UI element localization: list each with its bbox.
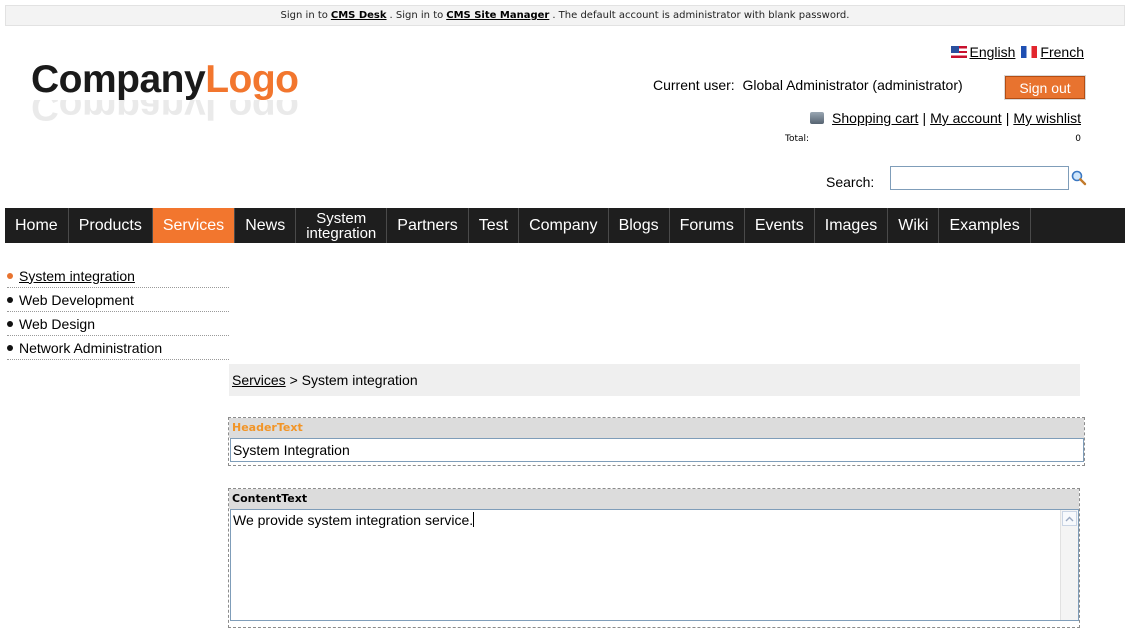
main-navigation: Home Products Services News System integ… <box>5 208 1125 243</box>
top-info-bar: Sign in to CMS Desk. Sign in to CMS Site… <box>5 5 1125 26</box>
topbar-prefix: Sign in to <box>280 10 328 21</box>
sign-out-button[interactable]: Sign out <box>1004 75 1086 100</box>
current-user-label: Current user: <box>653 77 735 93</box>
cart-links: Shopping cart | My account | My wishlist <box>810 110 1081 126</box>
logo-reflection-logo: Logo <box>205 100 299 128</box>
logo-reflection: CompanyLogo <box>31 100 299 128</box>
nav-services[interactable]: Services <box>152 208 236 243</box>
sub-navigation: System integration Web Development Web D… <box>7 264 229 360</box>
bullet-icon <box>7 272 13 279</box>
nav-test[interactable]: Test <box>469 208 520 243</box>
language-french[interactable]: French <box>1021 44 1084 60</box>
chevron-up-icon <box>1065 516 1074 521</box>
cms-desk-link[interactable]: CMS Desk <box>331 10 387 21</box>
nav-system-integration[interactable]: System integration <box>296 208 388 243</box>
logo-part-company: Company <box>31 58 206 101</box>
breadcrumb: Services > System integration <box>229 364 1080 396</box>
nav-partners[interactable]: Partners <box>387 208 469 243</box>
nav-examples[interactable]: Examples <box>939 208 1031 243</box>
cart-total-label: Total: <box>785 134 810 144</box>
subnav-system-integration-link[interactable]: System integration <box>19 268 135 284</box>
subnav-web-development[interactable]: Web Development <box>7 288 229 312</box>
current-user-name: Global Administrator (administrator) <box>742 77 963 93</box>
header-text-label: HeaderText <box>229 418 1084 438</box>
search-icon[interactable] <box>1071 170 1087 186</box>
nav-blogs[interactable]: Blogs <box>609 208 670 243</box>
content-scrollbar[interactable] <box>1060 510 1078 620</box>
breadcrumb-separator: > <box>289 372 298 388</box>
company-logo[interactable]: CompanyLogo <box>31 58 299 102</box>
breadcrumb-services-link[interactable]: Services <box>232 372 286 388</box>
shopping-cart-icon <box>810 112 825 124</box>
nav-events[interactable]: Events <box>745 208 815 243</box>
content-text-area[interactable]: We provide system integration service. <box>230 509 1079 621</box>
subnav-web-development-label: Web Development <box>19 291 134 308</box>
current-user: Current user: Global Administrator (admi… <box>653 77 963 93</box>
my-account-link[interactable]: My account <box>930 110 1002 126</box>
header-text-input[interactable]: System Integration <box>230 438 1084 462</box>
nav-system-integration-label: System integration <box>306 211 376 241</box>
shopping-cart-link[interactable]: Shopping cart <box>832 110 918 126</box>
logo-reflection-company: Company <box>31 100 206 128</box>
france-flag-icon <box>1021 46 1038 58</box>
my-wishlist-link[interactable]: My wishlist <box>1013 110 1081 126</box>
english-link[interactable]: English <box>970 44 1016 60</box>
subnav-system-integration[interactable]: System integration <box>7 264 229 288</box>
subnav-network-administration-label: Network Administration <box>19 339 163 356</box>
nav-images[interactable]: Images <box>815 208 889 243</box>
scroll-up-button[interactable] <box>1062 511 1077 526</box>
separator-1: | <box>922 110 927 126</box>
cms-site-manager-link[interactable]: CMS Site Manager <box>446 10 549 21</box>
language-english[interactable]: English <box>950 44 1016 60</box>
subnav-web-design[interactable]: Web Design <box>7 312 229 336</box>
subnav-network-administration[interactable]: Network Administration <box>7 336 229 360</box>
nav-forums[interactable]: Forums <box>670 208 745 243</box>
bullet-icon <box>7 320 13 327</box>
logo-part-logo: Logo <box>205 58 299 101</box>
nav-system-line2: integration <box>306 224 377 242</box>
nav-wiki[interactable]: Wiki <box>888 208 940 243</box>
text-caret <box>473 512 475 527</box>
nav-news[interactable]: News <box>235 208 297 243</box>
cart-total-value: 0 <box>1075 134 1081 144</box>
language-selector: English French <box>950 44 1084 60</box>
search-input[interactable] <box>890 166 1069 190</box>
content-text-editor: ContentText We provide system integratio… <box>228 488 1080 628</box>
topbar-mid: . Sign in to <box>389 10 444 21</box>
content-text-label: ContentText <box>229 489 1079 509</box>
subnav-web-design-label: Web Design <box>19 315 96 332</box>
header-text-editor: HeaderText System Integration <box>228 417 1085 466</box>
bullet-icon <box>7 344 13 351</box>
nav-company[interactable]: Company <box>519 208 609 243</box>
french-link[interactable]: French <box>1040 44 1084 60</box>
nav-home[interactable]: Home <box>5 208 69 243</box>
nav-products[interactable]: Products <box>69 208 153 243</box>
separator-2: | <box>1005 110 1010 126</box>
search-label: Search: <box>826 174 875 190</box>
us-flag-icon <box>950 46 967 58</box>
breadcrumb-current: System integration <box>301 372 418 388</box>
topbar-suffix: . The default account is administrator w… <box>552 10 850 21</box>
content-text-value: We provide system integration service. <box>233 512 474 528</box>
bullet-icon <box>7 296 13 303</box>
